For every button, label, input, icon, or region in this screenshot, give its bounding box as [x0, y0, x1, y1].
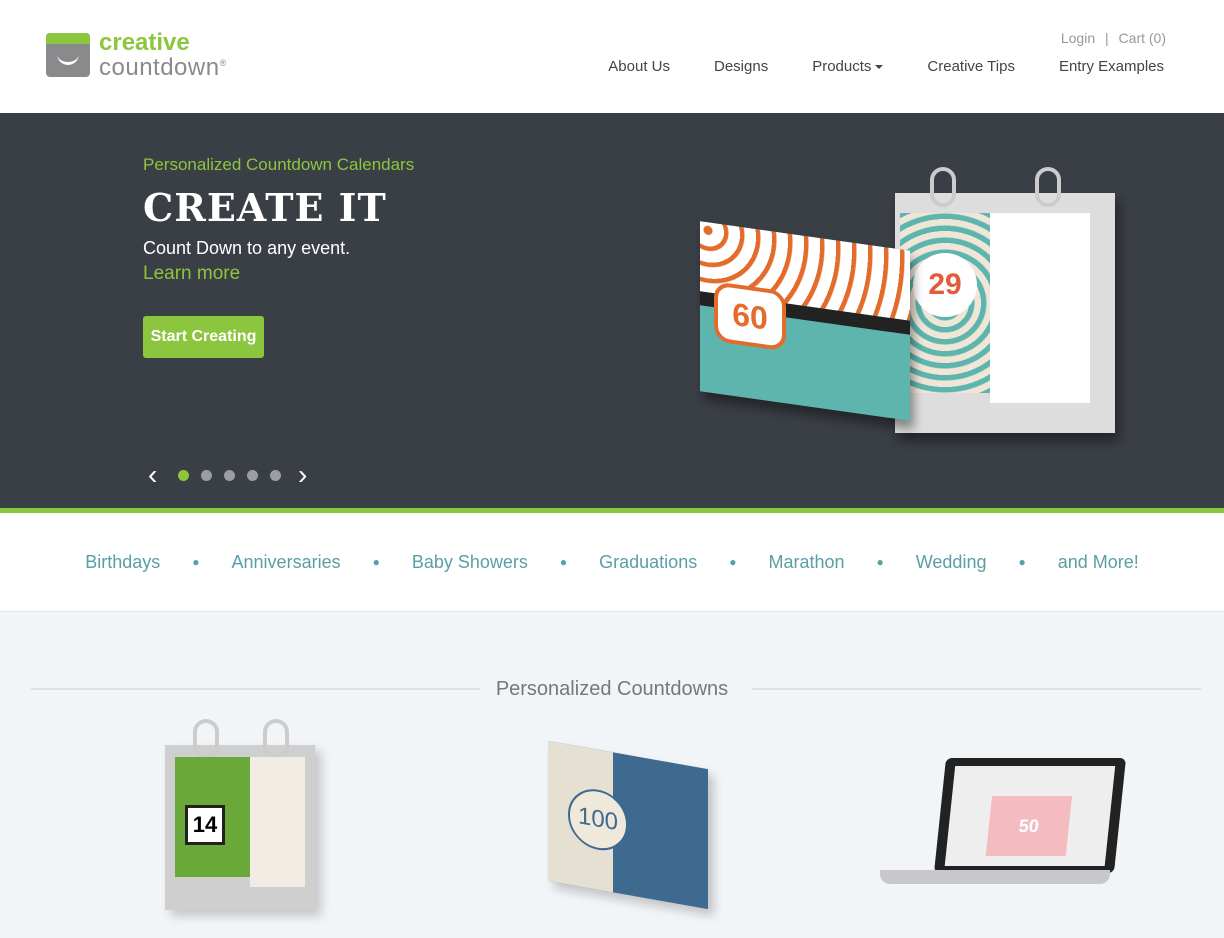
product-email-image[interactable]: 50	[880, 758, 1127, 898]
nav-entry-examples[interactable]: Entry Examples	[1059, 58, 1164, 75]
hero-kicker: Personalized Countdown Calendars	[143, 155, 415, 174]
ring-icon	[1035, 167, 1061, 207]
nav-designs[interactable]: Designs	[714, 58, 768, 75]
days-left-number: 14	[185, 805, 225, 845]
calendar-smile-icon	[46, 33, 90, 77]
nav-products[interactable]: Products	[812, 58, 884, 75]
logo-text-countdown: countdown	[99, 54, 220, 81]
hero-title: CREATE IT	[143, 185, 387, 230]
login-link[interactable]: Login	[1061, 30, 1095, 46]
category-anniversaries[interactable]: Anniversaries	[232, 552, 341, 573]
days-left-number: 29	[913, 253, 977, 317]
separator: |	[1105, 30, 1109, 46]
cart-link[interactable]: Cart (0)	[1119, 30, 1166, 46]
site-header: creative countdown® Login | Cart (0) Abo…	[0, 0, 1224, 113]
carousel-dot-4[interactable]	[247, 470, 258, 481]
category-marathon[interactable]: Marathon	[768, 552, 844, 573]
hero-carousel: Personalized Countdown Calendars CREATE …	[0, 113, 1224, 508]
registered-mark: ®	[219, 58, 227, 68]
category-wedding[interactable]: Wedding	[916, 552, 987, 573]
logo-text-creative: creative	[99, 29, 190, 56]
carousel-next-icon[interactable]: ›	[298, 461, 307, 489]
carousel-prev-icon[interactable]: ‹	[148, 461, 157, 489]
carousel-dot-2[interactable]	[201, 470, 212, 481]
section-title: Personalized Countdowns	[495, 678, 729, 700]
logo[interactable]: creative countdown®	[46, 29, 227, 81]
ring-icon	[263, 719, 289, 759]
ring-icon	[930, 167, 956, 207]
carousel-dot-1[interactable]	[178, 470, 189, 481]
category-baby-showers[interactable]: Baby Showers	[412, 552, 528, 573]
wedding-calendar-image: 29	[895, 167, 1115, 433]
days-left-number: 60	[714, 281, 786, 352]
category-bar: Birthdays ● Anniversaries ● Baby Showers ● …	[0, 513, 1224, 612]
product-flip-stand-image[interactable]: 14	[165, 719, 315, 910]
birthday-calendar-image: 60	[700, 221, 910, 421]
nav-about-us[interactable]: About Us	[608, 58, 670, 75]
ring-icon	[193, 719, 219, 759]
category-more[interactable]: and More!	[1058, 552, 1139, 573]
nav-creative-tips[interactable]: Creative Tips	[927, 58, 1015, 75]
main-nav: About Us Designs Products Creative Tips …	[608, 58, 1164, 75]
product-gift-calendar-image[interactable]: 100	[548, 740, 708, 910]
caret-down-icon	[875, 65, 884, 70]
category-graduations[interactable]: Graduations	[599, 552, 697, 573]
start-creating-button[interactable]: Start Creating	[143, 316, 264, 358]
days-left-number: 50	[985, 796, 1073, 856]
carousel-dot-5[interactable]	[270, 470, 281, 481]
hero-subtitle: Count Down to any event.	[143, 238, 351, 258]
carousel-dot-3[interactable]	[224, 470, 235, 481]
nav-products-label: Products	[812, 58, 872, 75]
learn-more-link[interactable]: Learn more	[143, 263, 240, 285]
category-birthdays[interactable]: Birthdays	[85, 552, 160, 573]
